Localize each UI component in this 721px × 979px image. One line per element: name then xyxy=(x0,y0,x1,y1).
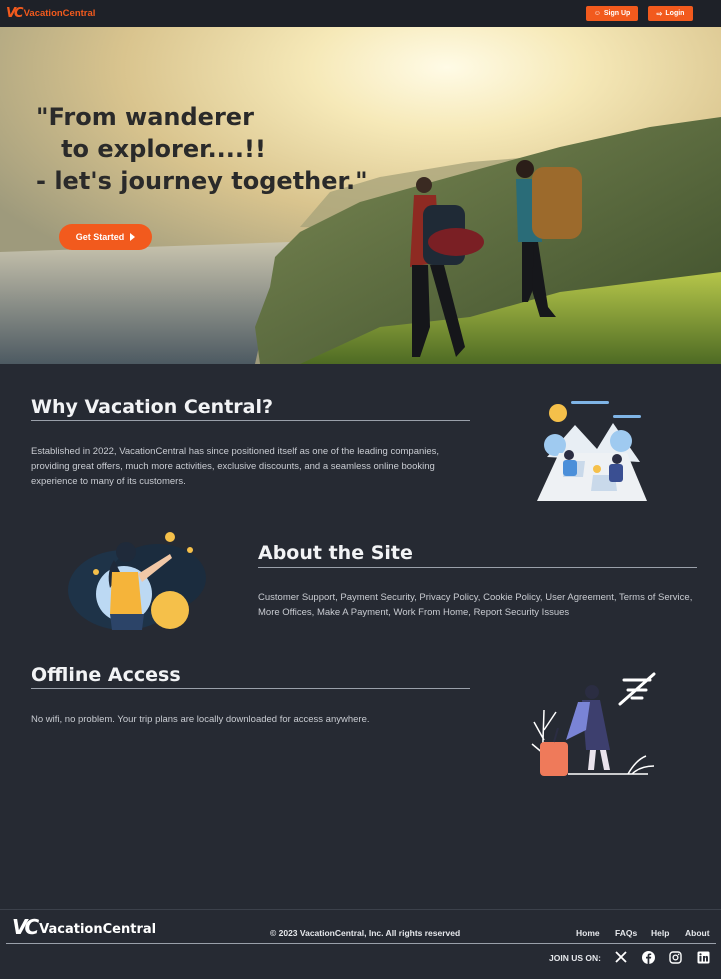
get-started-button[interactable]: Get Started xyxy=(59,224,152,250)
footer-logo-mark: VC xyxy=(12,915,39,939)
footer-divider xyxy=(6,943,716,944)
signup-button[interactable]: ☺ Sign Up xyxy=(586,6,638,21)
hero-quote: "From wanderer to explorer....!! - let's… xyxy=(36,103,368,195)
login-icon: ⇨ xyxy=(656,10,663,18)
logo-mark: VC xyxy=(6,6,24,21)
hero-banner: "From wanderer to explorer....!! - let's… xyxy=(0,27,721,364)
signup-label: Sign Up xyxy=(603,10,631,17)
person-plus-icon: ☺ xyxy=(593,10,601,17)
logo-name: VacationCentral xyxy=(23,8,96,19)
play-arrow-icon xyxy=(130,233,136,241)
linkedin-icon[interactable] xyxy=(696,950,710,964)
get-started-label: Get Started xyxy=(75,232,125,242)
footer-logo[interactable]: VC VacationCentral xyxy=(12,917,156,937)
footer-link-faqs[interactable]: FAQs xyxy=(615,928,637,938)
top-navbar: VC VacationCentral ☺ Sign Up ⇨ Login xyxy=(0,0,721,27)
about-text: Customer Support, Payment Security, Priv… xyxy=(258,592,693,618)
footer-logo-name: VacationCentral xyxy=(39,922,157,937)
join-us-label: JOIN US ON: xyxy=(549,953,601,963)
picnic-illustration xyxy=(537,401,647,501)
footer-link-about[interactable]: About xyxy=(685,928,710,938)
facebook-icon[interactable] xyxy=(641,950,655,964)
traveler-no-wifi-illustration xyxy=(531,672,656,776)
why-title: Why Vacation Central? xyxy=(31,396,274,418)
brand-logo[interactable]: VC VacationCentral xyxy=(6,6,95,21)
x-icon[interactable] xyxy=(614,950,628,964)
instagram-icon[interactable] xyxy=(668,950,682,964)
offline-divider xyxy=(31,688,470,689)
about-divider xyxy=(258,567,697,568)
offline-text: No wifi, no problem. Your trip plans are… xyxy=(31,714,370,725)
footer-divider-top xyxy=(0,909,721,910)
woman-juggling-illustration xyxy=(68,532,206,630)
footer-link-home[interactable]: Home xyxy=(576,928,600,938)
login-button[interactable]: ⇨ Login xyxy=(648,6,693,21)
why-text: Established in 2022, VacationCentral has… xyxy=(31,446,440,487)
about-title: About the Site xyxy=(258,542,413,564)
copyright-text: © 2023 VacationCentral, Inc. All rights … xyxy=(270,928,461,938)
offline-title: Offline Access xyxy=(31,664,181,686)
footer-link-help[interactable]: Help xyxy=(651,928,669,938)
why-divider xyxy=(31,420,470,421)
login-label: Login xyxy=(665,10,685,17)
